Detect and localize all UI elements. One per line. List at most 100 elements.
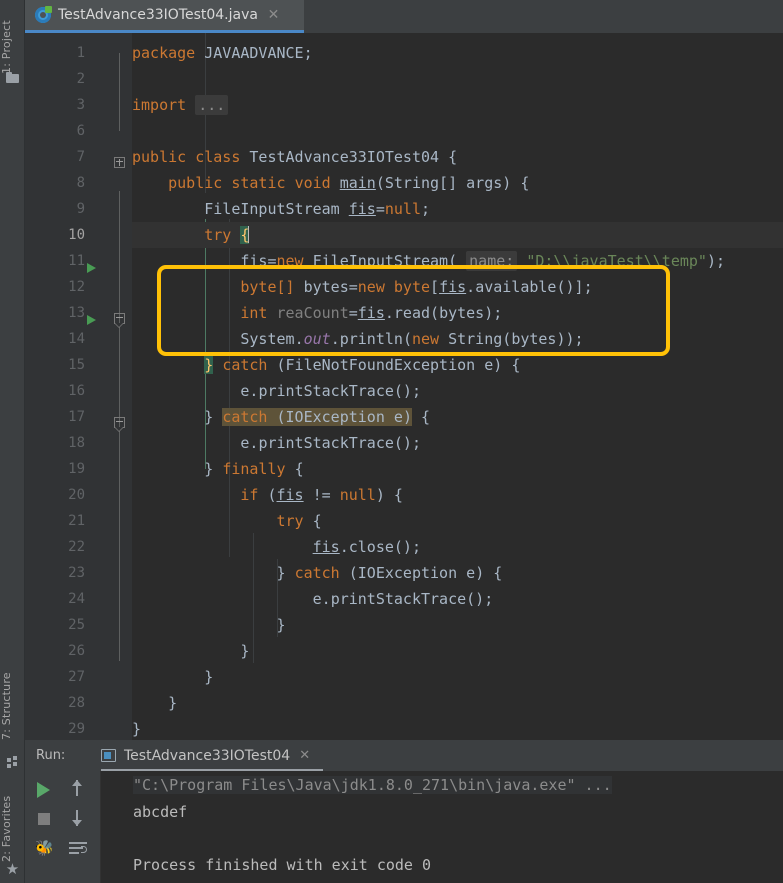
code-line-19: } finally {	[132, 456, 303, 482]
line-number: 25	[68, 617, 85, 633]
code-line-27: }	[132, 664, 213, 690]
editor-line[interactable]: 3 import ...	[25, 92, 783, 168]
kw-new: new	[357, 278, 385, 296]
editor-line[interactable]: 18 e.printStackTrace();	[25, 430, 783, 456]
soft-wrap-button[interactable]	[64, 835, 90, 861]
type-fileinputstream: FileInputStream	[204, 200, 340, 218]
editor-line[interactable]: 17 } catch (IOException e) {	[25, 404, 783, 430]
kw-public: public	[132, 148, 187, 166]
var-bytes: bytes	[511, 330, 557, 348]
line-number: 18	[68, 435, 85, 451]
var-fis: fis	[312, 538, 340, 556]
package-name: JAVAADVANCE	[204, 44, 304, 62]
editor-line[interactable]: 7 public class TestAdvance33IOTest04 {	[25, 144, 783, 273]
next-occurrence-button[interactable]	[64, 805, 90, 831]
brace: }	[204, 460, 214, 478]
structure-icon[interactable]	[7, 756, 19, 768]
editor-line[interactable]: 16 e.printStackTrace();	[25, 378, 783, 404]
kw-class: class	[195, 148, 241, 166]
method-printstacktrace: printStackTrace	[330, 590, 467, 608]
stop-button[interactable]	[30, 805, 56, 831]
code-line-17: } catch (IOException e) {	[132, 404, 430, 430]
line-number: 17	[68, 409, 85, 425]
arrow-up-icon	[73, 780, 81, 796]
editor-line[interactable]: 22 fis.close();	[25, 534, 783, 560]
folded-imports-placeholder[interactable]: ...	[195, 95, 229, 115]
line-number: 26	[68, 643, 85, 659]
line-number: 3	[76, 97, 85, 113]
param-type: String[]	[384, 174, 458, 192]
kw-if: if	[240, 486, 259, 504]
kw-import: import	[132, 96, 187, 114]
line-number: 27	[68, 669, 85, 685]
code-line-13: int reaCount=fis.read(bytes);	[240, 304, 503, 322]
sidebar-item-structure-label: 7: Structure	[0, 672, 13, 740]
editor-line[interactable]: 13 int reaCount=fis.read(bytes);	[25, 300, 783, 326]
sidebar-item-project[interactable]: 1: Project	[0, 4, 25, 74]
star-icon[interactable]: ★	[5, 862, 20, 877]
sidebar-item-favorites[interactable]: 2: Favorites	[0, 772, 25, 862]
kw-new: new	[411, 330, 440, 348]
exception-io: IOException	[357, 564, 458, 582]
method-read: read	[393, 304, 431, 322]
matched-brace: }	[204, 356, 214, 374]
editor-line[interactable]: 9 FileInputStream fis=null;	[25, 196, 783, 222]
bug-icon: 🐝	[35, 839, 54, 857]
class-string: String	[448, 330, 503, 348]
console-output[interactable]: "C:\Program Files\Java\jdk1.8.0_271\bin\…	[101, 771, 783, 883]
exception-fnf: FileNotFoundException	[285, 356, 476, 374]
editor-line[interactable]: 15 } catch (FileNotFoundException e) {	[25, 352, 783, 378]
editor-line[interactable]: 23 } catch (IOException e) {	[25, 560, 783, 586]
code-line-9: FileInputStream fis=null;	[204, 200, 431, 218]
brace: }	[276, 616, 286, 634]
console-output-line: abcdef	[133, 803, 188, 821]
line-number: 11	[68, 253, 85, 269]
editor-line[interactable]: 24 e.printStackTrace();	[25, 586, 783, 612]
code-line-18: e.printStackTrace();	[240, 434, 421, 452]
editor-line[interactable]: 2	[25, 66, 783, 92]
editor-line[interactable]: 28 }	[25, 690, 783, 716]
code-line-23: } catch (IOException e) {	[276, 564, 503, 582]
editor-line[interactable]: 21 try {	[25, 508, 783, 534]
selected-text-catch-ioexception[interactable]: catch (IOException e)	[222, 408, 412, 426]
method-close: close	[348, 538, 394, 556]
editor-line[interactable]: 29 }	[25, 716, 783, 740]
editor-line[interactable]: 12 byte[] bytes=new byte[fis.available()…	[25, 274, 783, 300]
prev-occurrence-button[interactable]	[64, 775, 90, 801]
project-folder-icon[interactable]	[6, 72, 20, 83]
editor-line[interactable]: 8 public static void main(String[] args)…	[25, 170, 783, 328]
editor-line[interactable]: 6	[25, 118, 783, 144]
brace: {	[520, 174, 530, 192]
brace: {	[511, 356, 521, 374]
editor-line[interactable]: 27 }	[25, 664, 783, 690]
line-number: 6	[76, 123, 85, 139]
close-icon[interactable]: ✕	[267, 8, 280, 22]
print-button[interactable]: 🐝	[30, 835, 56, 861]
line-number: 8	[76, 175, 85, 191]
editor-line[interactable]: 20 if (fis != null) {	[25, 482, 783, 508]
code-editor[interactable]: 1 package JAVAADVANCE; 2 3 import ... 6 …	[25, 33, 783, 740]
editor-line[interactable]: 25 }	[25, 612, 783, 638]
editor-line[interactable]: 19 } finally {	[25, 456, 783, 482]
close-icon[interactable]: ✕	[299, 748, 310, 763]
semicolon: ;	[411, 434, 421, 452]
editor-line-current[interactable]: 10 try {	[25, 222, 783, 432]
line-number: 23	[68, 565, 85, 581]
method-println: println	[339, 330, 403, 348]
line-number: 13	[68, 305, 85, 321]
stop-icon	[38, 813, 50, 825]
kw-void: void	[294, 174, 331, 192]
run-configuration-tab[interactable]: TestAdvance33IOTest04 ✕	[101, 740, 310, 771]
ide-window: 1: Project 7: Structure 2: Favorites ★ T…	[0, 0, 783, 883]
editor-line[interactable]: 26 }	[25, 638, 783, 664]
run-configuration-title: TestAdvance33IOTest04	[124, 747, 291, 764]
rerun-button[interactable]	[30, 775, 56, 801]
editor-line[interactable]: 11 fis=new FileInputStream( name: "D:\\j…	[25, 248, 783, 274]
method-printstacktrace: printStackTrace	[258, 434, 394, 452]
class-name: TestAdvance33IOTest04	[249, 148, 440, 166]
editor-line[interactable]: 1 package JAVAADVANCE;	[25, 40, 783, 66]
editor-tab[interactable]: TestAdvance33IOTest04.java ✕	[25, 0, 304, 30]
line-number: 12	[68, 279, 85, 295]
sidebar-item-structure[interactable]: 7: Structure	[0, 645, 25, 740]
editor-line[interactable]: 14 System.out.println(new String(bytes))…	[25, 326, 783, 352]
